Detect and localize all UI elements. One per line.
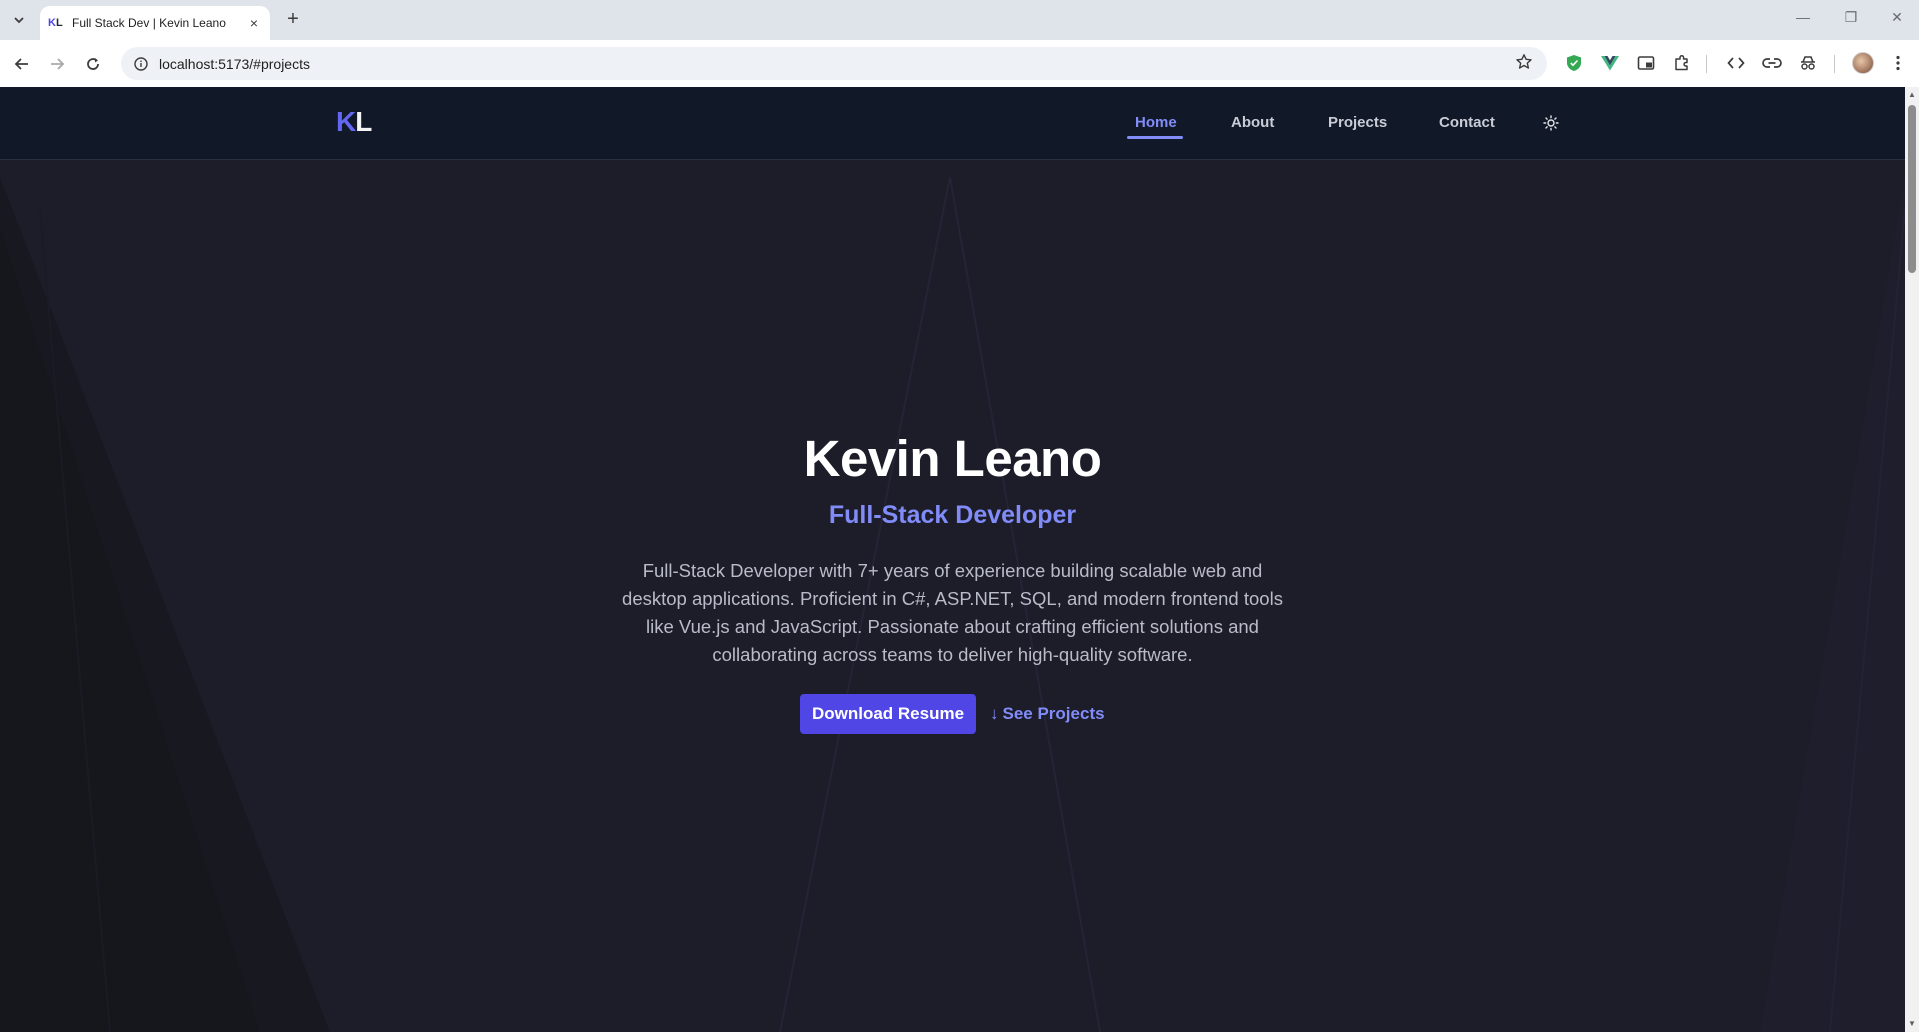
tab-title: Full Stack Dev | Kevin Leano xyxy=(72,16,226,30)
forward-button[interactable] xyxy=(45,52,69,76)
vue-devtools-icon[interactable] xyxy=(1598,51,1622,75)
toolbar-divider xyxy=(1706,55,1707,73)
address-url[interactable]: localhost:5173/#projects xyxy=(159,56,310,72)
arrow-left-icon xyxy=(14,58,28,70)
code-icon[interactable] xyxy=(1724,51,1748,75)
scroll-down-arrow-icon[interactable]: ▼ xyxy=(1908,1020,1916,1028)
arrow-right-icon xyxy=(51,58,65,70)
reload-icon xyxy=(87,58,99,70)
scroll-up-arrow-icon[interactable]: ▲ xyxy=(1908,91,1916,99)
minimize-button[interactable]: — xyxy=(1788,9,1818,25)
new-tab-button[interactable]: + xyxy=(282,9,304,31)
shield-extension-icon[interactable] xyxy=(1562,51,1586,75)
more-menu-icon[interactable] xyxy=(1886,51,1910,75)
see-projects-link[interactable]: ↓ See Projects xyxy=(990,701,1105,727)
hero-name: Kevin Leano xyxy=(803,430,1102,487)
site-favicon-icon: KL xyxy=(48,17,63,29)
window-close-button[interactable]: ✕ xyxy=(1882,9,1912,26)
arrow-down-icon: ↓ xyxy=(990,704,999,723)
site-info-icon[interactable] xyxy=(131,54,151,74)
back-button[interactable] xyxy=(10,52,34,76)
download-resume-button[interactable]: Download Resume xyxy=(800,694,976,734)
toolbar-divider xyxy=(1834,55,1835,73)
tab-close-icon[interactable]: × xyxy=(246,15,262,31)
browser-tabstrip: KL Full Stack Dev | Kevin Leano × + — ❐ … xyxy=(0,0,1919,40)
chevron-down-icon xyxy=(14,17,24,24)
incognito-extension-icon[interactable] xyxy=(1796,51,1820,75)
picture-in-picture-icon[interactable] xyxy=(1634,51,1658,75)
address-bar[interactable]: localhost:5173/#projects xyxy=(121,47,1547,80)
tab-search-button[interactable] xyxy=(8,9,30,31)
reload-button[interactable] xyxy=(81,52,105,76)
browser-tab-active[interactable]: KL Full Stack Dev | Kevin Leano × xyxy=(40,6,270,40)
page-scrollbar[interactable]: ▲ ▼ xyxy=(1905,87,1919,1032)
hero-description: Full-Stack Developer with 7+ years of ex… xyxy=(622,560,1283,665)
bookmark-star-icon[interactable] xyxy=(1515,53,1533,76)
hero-role: Full-Stack Developer xyxy=(828,501,1077,529)
scrollbar-thumb[interactable] xyxy=(1908,105,1916,273)
see-projects-label: See Projects xyxy=(1002,704,1105,723)
profile-avatar[interactable] xyxy=(1852,52,1874,74)
page-viewport: KL Home About Projects Contact Kevin Lea… xyxy=(0,87,1905,1032)
extensions-puzzle-icon[interactable] xyxy=(1670,51,1694,75)
browser-toolbar: localhost:5173/#projects xyxy=(0,40,1919,87)
link-icon[interactable] xyxy=(1760,51,1784,75)
restore-button[interactable]: ❐ xyxy=(1836,9,1866,26)
hero-section: Kevin Leano Full-Stack Developer Full-St… xyxy=(0,87,1905,1032)
